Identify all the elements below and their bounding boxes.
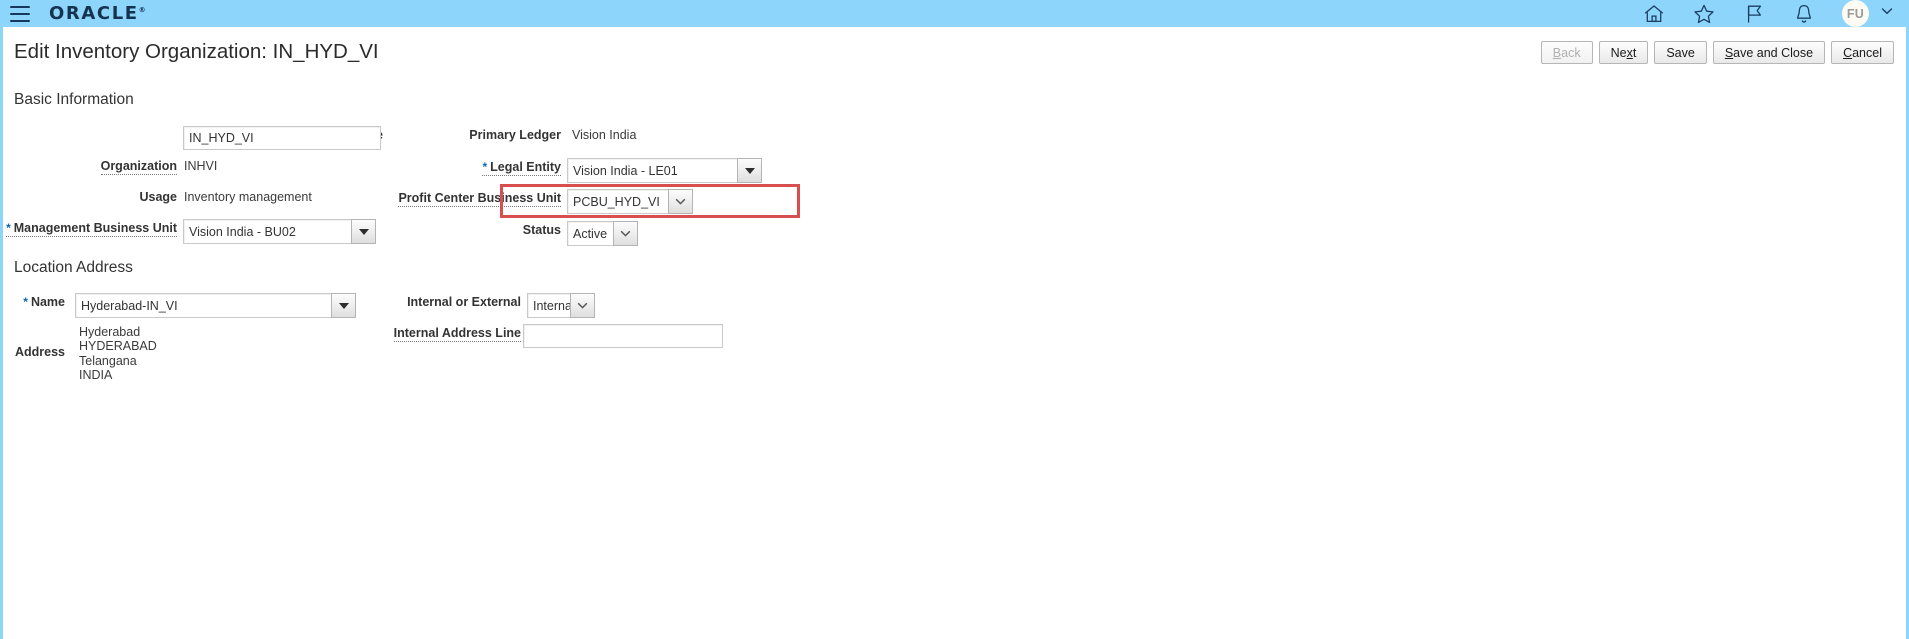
dropdown-arrow-icon[interactable] <box>737 158 762 183</box>
management-business-unit-label: * Management Business Unit <box>6 221 177 237</box>
usage-label: Usage <box>139 190 177 204</box>
page-root: ORACLE® FU Edit Inventory Organization: … <box>0 0 1909 639</box>
internal-address-line-input[interactable] <box>523 324 723 348</box>
address-line: Hyderabad <box>79 325 141 339</box>
internal-or-external-label: Internal or External <box>407 295 521 309</box>
usage-value: Inventory management <box>184 190 312 204</box>
field-profit-center-business-unit: Profit Center Business Unit <box>398 191 561 207</box>
oracle-logo: ORACLE® <box>49 2 146 24</box>
dropdown-arrow-icon[interactable] <box>351 219 376 244</box>
location-name-select[interactable]: Hyderabad-IN_VI <box>75 293 356 318</box>
location-address-heading: Location Address <box>14 259 133 276</box>
legal-entity-select[interactable]: Vision India - LE01 <box>567 158 762 183</box>
registered-mark: ® <box>138 5 146 14</box>
required-indicator: * <box>482 160 488 174</box>
hamburger-icon[interactable] <box>10 5 30 22</box>
notifications-bell-icon[interactable] <box>1792 2 1816 26</box>
address-line: HYDERABAD <box>79 339 157 354</box>
internal-or-external-select[interactable]: Internal <box>527 293 595 318</box>
management-business-unit-select[interactable]: Vision India - BU02 <box>183 219 376 244</box>
field-internal-address-line: Internal Address Line <box>343 326 521 342</box>
page-title-bar: Edit Inventory Organization: IN_HYD_VI B… <box>3 27 1906 83</box>
organization-label: Organization <box>100 159 177 175</box>
chevron-down-icon[interactable] <box>668 189 693 214</box>
field-primary-ledger: Primary Ledger <box>403 128 561 142</box>
legal-entity-label: * Legal Entity <box>482 160 561 176</box>
save-and-close-button[interactable]: Save and Close <box>1712 41 1826 64</box>
name-input[interactable]: IN_HYD_VI <box>183 126 381 150</box>
page-title: Edit Inventory Organization: IN_HYD_VI <box>14 40 379 63</box>
flag-icon[interactable] <box>1742 2 1766 26</box>
back-button[interactable]: Back <box>1540 41 1593 64</box>
favorites-star-icon[interactable] <box>1692 2 1716 26</box>
internal-or-external-value: Internal <box>527 293 575 318</box>
field-status: Status <box>403 223 561 237</box>
legal-entity-value: Vision India - LE01 <box>567 158 737 183</box>
primary-ledger-value: Vision India <box>572 128 637 142</box>
avatar-initials: FU <box>1846 6 1865 21</box>
status-label: Status <box>522 223 561 237</box>
chevron-down-icon[interactable] <box>613 221 638 246</box>
field-internal-or-external: Internal or External <box>343 295 521 309</box>
global-header: ORACLE® FU <box>0 0 1909 27</box>
oracle-logo-text: ORACLE <box>49 2 139 24</box>
global-header-actions: FU <box>1642 0 1909 27</box>
profit-center-business-unit-label: Profit Center Business Unit <box>398 191 561 207</box>
status-value: Active <box>567 221 613 246</box>
field-usage: Usage <box>3 190 177 204</box>
chevron-down-icon[interactable] <box>1879 3 1895 24</box>
location-name-value: Hyderabad-IN_VI <box>75 293 331 318</box>
field-legal-entity: * Legal Entity <box>403 160 561 176</box>
name-input-value: IN_HYD_VI <box>189 131 254 145</box>
field-address: Address <box>3 345 65 359</box>
field-location-name: * Name <box>3 295 65 309</box>
basic-information-heading: Basic Information <box>14 91 134 108</box>
address-label: Address <box>14 345 65 359</box>
location-name-label: * Name <box>23 295 65 309</box>
internal-address-line-label: Internal Address Line <box>393 326 521 342</box>
profit-center-business-unit-value: PCBU_HYD_VI <box>567 189 668 214</box>
primary-ledger-label: Primary Ledger <box>469 128 561 142</box>
address-line: Telangana <box>79 353 137 368</box>
address-line: INDIA <box>79 368 113 383</box>
field-management-business-unit: * Management Business Unit <box>3 221 177 237</box>
required-indicator: * <box>23 295 28 309</box>
next-button[interactable]: Ne x t <box>1598 41 1649 64</box>
action-button-group: Back Ne x t Save Save and Close Cancel <box>1540 41 1894 64</box>
chevron-down-icon[interactable] <box>570 293 595 318</box>
management-business-unit-value: Vision India - BU02 <box>183 219 351 244</box>
required-indicator: * <box>6 221 11 235</box>
profit-center-business-unit-select[interactable]: PCBU_HYD_VI <box>567 189 693 214</box>
field-organization: Organization <box>3 159 177 175</box>
home-icon[interactable] <box>1642 2 1666 26</box>
cancel-button[interactable]: Cancel <box>1831 41 1894 64</box>
save-button[interactable]: Save <box>1654 41 1707 64</box>
address-value: Hyderabad HYDERABAD Telangana INDIA <box>79 325 157 383</box>
organization-value: INHVI <box>184 159 218 173</box>
status-select[interactable]: Active <box>567 221 638 246</box>
avatar[interactable]: FU <box>1842 0 1869 27</box>
